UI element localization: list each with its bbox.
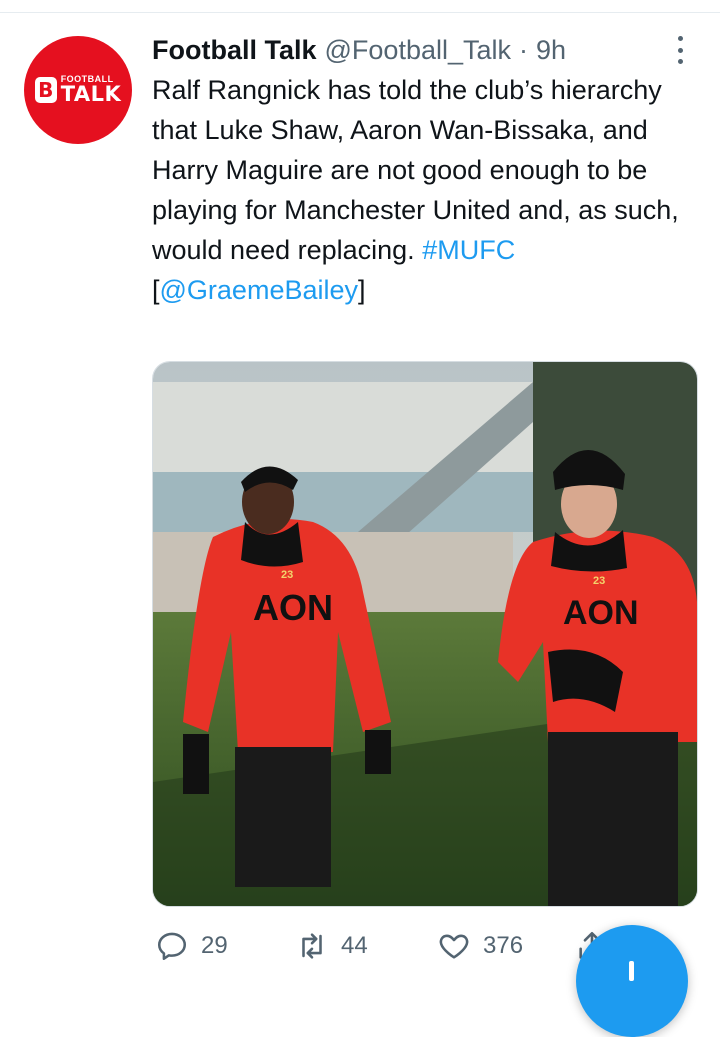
like-count: 376 [483, 932, 524, 959]
like-button[interactable]: 376 [437, 926, 523, 966]
tweet-body: Ralf Rangnick has told the club’s hierar… [152, 75, 679, 265]
reply-button[interactable]: 29 [155, 926, 228, 966]
shirt-sponsor-left: AON [253, 587, 333, 628]
retweet-count: 44 [341, 932, 368, 959]
heart-icon [439, 934, 469, 959]
shirt-number-left: 23 [281, 569, 293, 581]
tweet-text: Ralf Rangnick has told the club’s hierar… [152, 70, 702, 310]
more-vertical-icon[interactable] [672, 36, 688, 64]
reply-count: 29 [201, 932, 228, 959]
handle[interactable]: @Football_Talk [325, 35, 512, 66]
retweet-button[interactable]: 44 [295, 926, 368, 966]
avatar[interactable]: B FOOTBALL TALK [24, 36, 132, 144]
bracket-open: [ [152, 275, 160, 305]
compose-button[interactable] [576, 925, 688, 1037]
tweet-header: Football Talk @Football_Talk · 9h [152, 33, 566, 67]
shirt-sponsor-right: AON [563, 594, 639, 632]
tweet-photo[interactable]: AON 23 AON 23 [152, 361, 698, 907]
reply-icon [157, 932, 187, 961]
display-name[interactable]: Football Talk [152, 35, 317, 66]
mention-link[interactable]: @GraemeBailey [160, 275, 358, 305]
logo-badge: B [34, 77, 57, 103]
retweet-icon [302, 933, 322, 959]
football-talk-logo: B FOOTBALL TALK [34, 75, 122, 106]
separator: · [519, 34, 529, 65]
hashtag-link[interactable]: #MUFC [422, 235, 515, 265]
top-divider [0, 12, 720, 13]
shirt-number-right: 23 [593, 575, 605, 587]
compose-plus-icon [629, 961, 634, 981]
timestamp[interactable]: 9h [536, 35, 566, 66]
bracket-close: ] [358, 275, 366, 305]
logo-line-2: TALK [60, 82, 122, 106]
